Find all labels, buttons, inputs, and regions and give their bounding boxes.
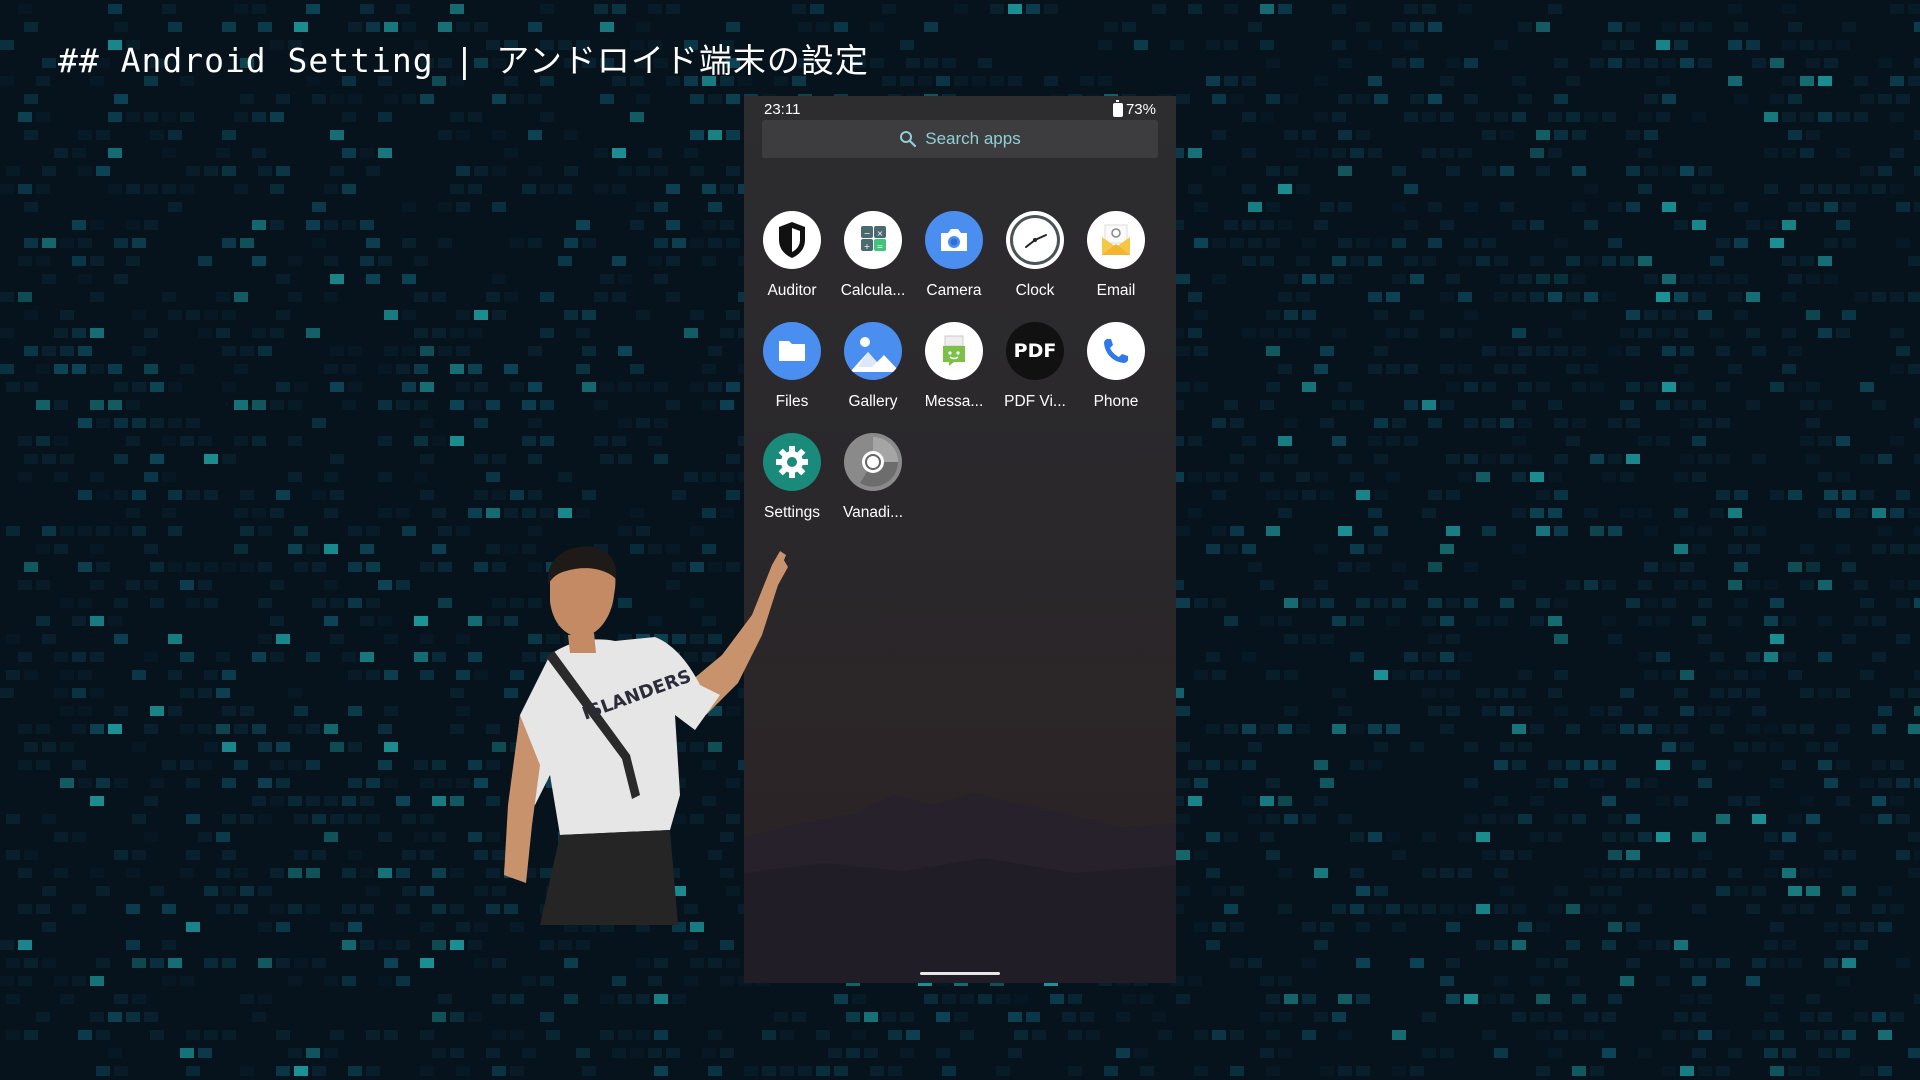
pdf-icon: PDF	[1006, 322, 1064, 380]
app-email[interactable]: Email	[1076, 211, 1156, 300]
wallpaper-hills	[744, 793, 1176, 983]
svg-text:=: =	[877, 242, 884, 251]
android-app-drawer: 23:11 73% Search apps Auditor − × + = Ca…	[744, 96, 1176, 983]
app-grid: Auditor − × + = Calcula... Camera Clock …	[752, 211, 1168, 522]
slide-title: ## Android Setting | アンドロイド端末の設定	[58, 41, 869, 80]
clock-icon	[1006, 211, 1064, 269]
folder-icon	[763, 322, 821, 380]
status-battery: 73%	[1112, 99, 1156, 118]
app-pdf-viewer[interactable]: PDF PDF Vi...	[995, 322, 1075, 411]
app-label: Phone	[1093, 393, 1139, 410]
battery-level: 73%	[1125, 101, 1156, 118]
app-label: Camera	[926, 282, 982, 299]
search-placeholder: Search apps	[925, 129, 1021, 148]
app-phone[interactable]: Phone	[1076, 322, 1156, 411]
battery-icon	[1112, 99, 1123, 117]
app-label: Gallery	[848, 393, 898, 410]
gear-icon	[763, 433, 821, 491]
app-label: Settings	[763, 504, 820, 521]
app-messaging[interactable]: Messa...	[914, 322, 994, 411]
gesture-nav-handle[interactable]	[920, 972, 1000, 975]
app-label: Auditor	[767, 282, 817, 299]
app-calculator[interactable]: − × + = Calcula...	[833, 211, 913, 300]
shield-icon	[763, 211, 821, 269]
image-icon	[844, 322, 902, 380]
app-label: PDF Vi...	[1004, 393, 1066, 410]
message-icon	[925, 322, 983, 380]
app-clock[interactable]: Clock	[995, 211, 1075, 300]
app-label: Files	[775, 393, 809, 410]
browser-icon	[844, 433, 902, 491]
app-vanadium[interactable]: Vanadi...	[833, 433, 913, 522]
app-files[interactable]: Files	[752, 322, 832, 411]
search-icon	[900, 131, 917, 148]
search-apps-bar[interactable]: Search apps	[762, 120, 1158, 158]
app-settings[interactable]: Settings	[752, 433, 832, 522]
envelope-icon	[1087, 211, 1145, 269]
app-label: Calcula...	[840, 282, 906, 299]
calculator-icon: − × + =	[844, 211, 902, 269]
svg-text:PDF: PDF	[1014, 340, 1057, 362]
app-gallery[interactable]: Gallery	[833, 322, 913, 411]
svg-text:−: −	[864, 229, 871, 238]
presenter-figure: ISLANDERS	[504, 546, 788, 925]
app-label: Email	[1096, 282, 1136, 299]
phone-icon	[1087, 322, 1145, 380]
status-time: 23:11	[764, 101, 801, 118]
app-label: Messa...	[924, 393, 984, 410]
app-label: Vanadi...	[842, 504, 904, 521]
app-label: Clock	[1015, 282, 1055, 299]
svg-text:×: ×	[877, 229, 884, 238]
camera-icon	[925, 211, 983, 269]
app-camera[interactable]: Camera	[914, 211, 994, 300]
app-auditor[interactable]: Auditor	[752, 211, 832, 300]
svg-text:+: +	[864, 242, 871, 251]
